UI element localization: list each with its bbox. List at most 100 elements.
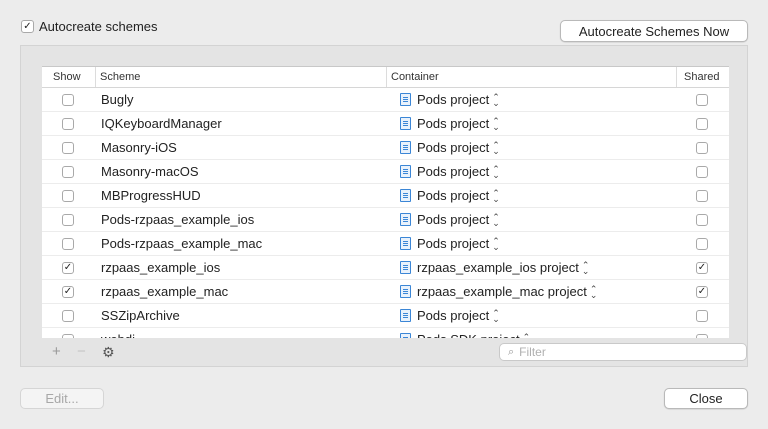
- show-checkbox[interactable]: [62, 165, 74, 178]
- shared-cell: [676, 88, 729, 112]
- table-row[interactable]: Masonry-macOS Pods project ⌃ ⌄: [42, 160, 729, 184]
- show-cell: [42, 304, 95, 328]
- container-name: Pods project: [417, 116, 490, 131]
- scheme-name: MBProgressHUD: [101, 188, 201, 203]
- container-cell[interactable]: rzpaas_example_mac project ⌃ ⌄: [386, 280, 676, 304]
- table-row[interactable]: Bugly Pods project ⌃ ⌄: [42, 88, 729, 112]
- table-row[interactable]: MBProgressHUD Pods project ⌃ ⌄: [42, 184, 729, 208]
- container-cell[interactable]: Pods project ⌃ ⌄: [386, 136, 676, 160]
- column-header-show[interactable]: Show: [42, 67, 95, 87]
- shared-cell: [676, 184, 729, 208]
- container-cell[interactable]: Pods project ⌃ ⌄: [386, 160, 676, 184]
- shared-checkbox[interactable]: ✓: [696, 261, 708, 274]
- gear-icon[interactable]: ⚙: [102, 343, 115, 361]
- autocreate-schemes-checkbox[interactable]: ✓ Autocreate schemes: [21, 19, 158, 34]
- up-down-stepper-icon[interactable]: ⌃⌄: [492, 308, 500, 323]
- show-checkbox[interactable]: [62, 189, 74, 202]
- container-name: rzpaas_example_ios project: [417, 260, 579, 275]
- shared-checkbox[interactable]: [696, 333, 708, 338]
- show-checkbox[interactable]: ✓: [62, 261, 74, 274]
- shared-cell: [676, 232, 729, 256]
- show-cell: [42, 232, 95, 256]
- container-name: Pods project: [417, 164, 490, 179]
- show-checkbox[interactable]: [62, 141, 74, 154]
- up-down-stepper-icon[interactable]: ⌃⌄: [492, 188, 500, 203]
- show-cell: [42, 184, 95, 208]
- shared-cell: [676, 160, 729, 184]
- shared-cell: [676, 112, 729, 136]
- up-down-stepper-icon[interactable]: ⌃⌄: [523, 332, 531, 338]
- container-cell[interactable]: Pods project ⌃ ⌄: [386, 88, 676, 112]
- shared-checkbox[interactable]: [696, 117, 708, 130]
- shared-checkbox[interactable]: [696, 237, 708, 250]
- table-row[interactable]: Pods-rzpaas_example_mac Pods project ⌃ ⌄: [42, 232, 729, 256]
- up-down-stepper-icon[interactable]: ⌃⌄: [492, 164, 500, 179]
- shared-checkbox[interactable]: ✓: [696, 285, 708, 298]
- show-checkbox[interactable]: [62, 213, 74, 226]
- container-cell[interactable]: Pods project ⌃ ⌄: [386, 112, 676, 136]
- remove-scheme-button[interactable]: −: [77, 343, 86, 361]
- container-cell[interactable]: Pods project ⌃ ⌄: [386, 304, 676, 328]
- xcode-project-icon: [400, 189, 411, 202]
- table-row[interactable]: Pods-rzpaas_example_ios Pods project ⌃ ⌄: [42, 208, 729, 232]
- xcode-project-icon: [400, 261, 411, 274]
- up-down-stepper-icon[interactable]: ⌃⌄: [590, 284, 598, 299]
- container-cell[interactable]: rzpaas_example_ios project ⌃ ⌄: [386, 256, 676, 280]
- shared-checkbox[interactable]: [696, 165, 708, 178]
- show-checkbox[interactable]: [62, 117, 74, 130]
- xcode-project-icon: [400, 285, 411, 298]
- shared-checkbox[interactable]: [696, 141, 708, 154]
- autocreate-checkbox-box[interactable]: ✓: [21, 20, 34, 33]
- autocreate-schemes-label: Autocreate schemes: [39, 19, 158, 34]
- container-cell[interactable]: Pods project ⌃ ⌄: [386, 232, 676, 256]
- xcode-project-icon: [400, 309, 411, 322]
- shared-checkbox[interactable]: [696, 213, 708, 226]
- table-row[interactable]: SSZipArchive Pods project ⌃ ⌄: [42, 304, 729, 328]
- add-scheme-button[interactable]: +: [52, 343, 61, 361]
- table-row[interactable]: webdi...Pods SDK project⌃⌄: [42, 328, 729, 338]
- column-header-scheme[interactable]: Scheme: [95, 67, 386, 87]
- up-down-stepper-icon[interactable]: ⌃⌄: [492, 92, 500, 107]
- scheme-name: rzpaas_example_mac: [101, 284, 229, 299]
- autocreate-schemes-now-button[interactable]: Autocreate Schemes Now: [560, 20, 748, 42]
- table-row[interactable]: ✓ rzpaas_example_mac rzpaas_example_mac pr…: [42, 280, 729, 304]
- up-down-stepper-icon[interactable]: ⌃⌄: [492, 236, 500, 251]
- show-checkbox[interactable]: [62, 93, 74, 106]
- container-name: Pods project: [417, 92, 490, 107]
- shared-checkbox[interactable]: [696, 93, 708, 106]
- table-row[interactable]: ✓ rzpaas_example_ios rzpaas_example_ios pr…: [42, 256, 729, 280]
- table-row[interactable]: IQKeyboardManager Pods project ⌃ ⌄: [42, 112, 729, 136]
- show-checkbox[interactable]: [62, 309, 74, 322]
- table-row[interactable]: Masonry-iOS Pods project ⌃ ⌄: [42, 136, 729, 160]
- container-name: Pods project: [417, 236, 490, 251]
- container-cell[interactable]: Pods project ⌃ ⌄: [386, 184, 676, 208]
- shared-cell: ✓: [676, 256, 729, 280]
- table-header: Show Scheme Container Shared: [42, 67, 729, 88]
- xcode-project-icon: [400, 165, 411, 178]
- column-header-container[interactable]: Container: [386, 67, 676, 87]
- show-checkbox[interactable]: [62, 237, 74, 250]
- container-name: Pods project: [417, 188, 490, 203]
- filter-field[interactable]: ⌕: [499, 343, 747, 361]
- up-down-stepper-icon[interactable]: ⌃⌄: [492, 116, 500, 131]
- scheme-name: Bugly: [101, 92, 134, 107]
- close-button[interactable]: Close: [664, 388, 748, 409]
- schemes-table[interactable]: Show Scheme Container Shared Bugly Pods p…: [42, 66, 729, 338]
- column-header-shared[interactable]: Shared: [676, 67, 729, 87]
- container-cell[interactable]: Pods project ⌃ ⌄: [386, 208, 676, 232]
- shared-checkbox[interactable]: [696, 189, 708, 202]
- scheme-name: IQKeyboardManager: [101, 116, 222, 131]
- xcode-project-icon: [400, 141, 411, 154]
- show-checkbox[interactable]: ✓: [62, 285, 74, 298]
- container-cell[interactable]: Pods SDK project⌃⌄: [386, 328, 676, 338]
- show-cell: [42, 160, 95, 184]
- xcode-project-icon: [400, 333, 411, 338]
- up-down-stepper-icon[interactable]: ⌃⌄: [492, 140, 500, 155]
- up-down-stepper-icon[interactable]: ⌃⌄: [492, 212, 500, 227]
- edit-button[interactable]: Edit...: [20, 388, 104, 409]
- up-down-stepper-icon[interactable]: ⌃⌄: [582, 260, 590, 275]
- show-checkbox[interactable]: [62, 333, 74, 338]
- shared-checkbox[interactable]: [696, 309, 708, 322]
- shared-cell: [676, 136, 729, 160]
- filter-input[interactable]: [519, 345, 720, 359]
